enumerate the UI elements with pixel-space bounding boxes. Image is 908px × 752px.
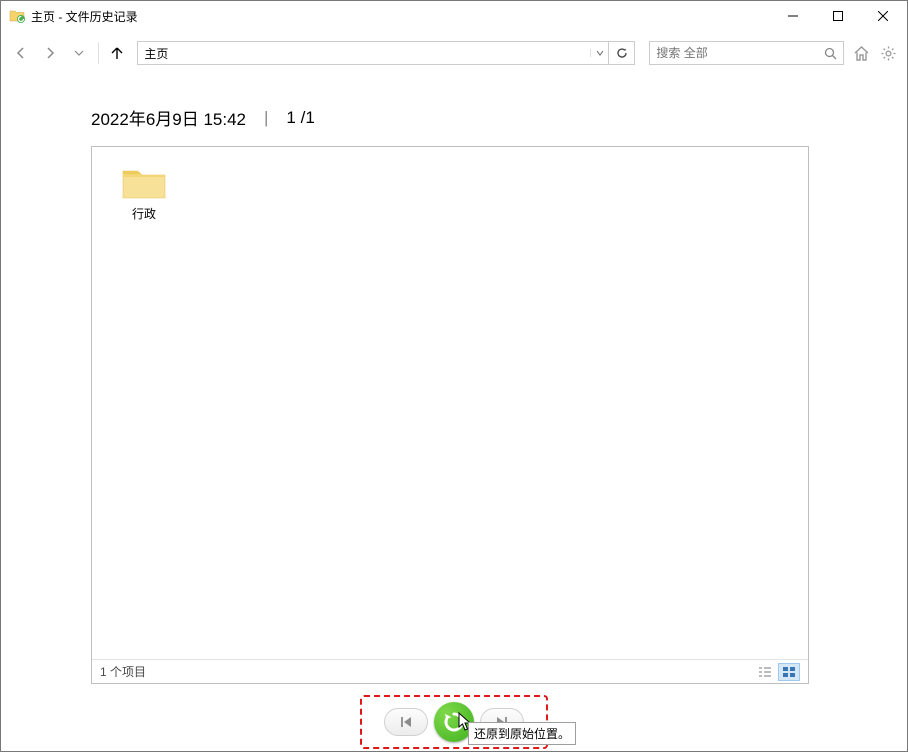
folder-icon <box>121 165 167 201</box>
window-controls <box>770 1 905 31</box>
nav-separator <box>98 42 99 64</box>
files-area[interactable]: 行政 <box>92 147 808 655</box>
window-title: 主页 - 文件历史记录 <box>31 8 138 25</box>
forward-button[interactable] <box>38 39 63 67</box>
home-icon[interactable] <box>850 41 871 65</box>
folder-label: 行政 <box>132 205 156 222</box>
minimize-button[interactable] <box>770 1 815 31</box>
back-button[interactable] <box>9 39 34 67</box>
address-dropdown[interactable] <box>590 49 608 57</box>
restore-tooltip: 还原到原始位置。 <box>468 722 576 745</box>
files-frame: 行政 1 个项目 <box>91 146 809 684</box>
gear-icon[interactable] <box>878 41 899 65</box>
maximize-button[interactable] <box>815 1 860 31</box>
previous-version-button[interactable] <box>384 708 428 736</box>
navigation-bar <box>1 35 907 71</box>
refresh-button[interactable] <box>609 41 635 65</box>
page-indicator: 1 /1 <box>286 108 314 128</box>
up-button[interactable] <box>105 39 130 67</box>
search-box[interactable] <box>649 41 844 65</box>
address-bar[interactable] <box>137 41 609 65</box>
title-bar: 主页 - 文件历史记录 <box>1 1 907 31</box>
search-input[interactable] <box>650 46 817 60</box>
view-details-button[interactable] <box>754 663 776 681</box>
main-content: 2022年6月9日 15:42 | 1 /1 行政 1 个项目 <box>1 105 907 684</box>
search-icon[interactable] <box>817 42 843 64</box>
date-header: 2022年6月9日 15:42 | 1 /1 <box>91 105 887 130</box>
status-bar: 1 个项目 <box>92 659 808 683</box>
close-button[interactable] <box>860 1 905 31</box>
item-count: 1 个项目 <box>100 663 146 680</box>
folder-item[interactable]: 行政 <box>106 161 182 226</box>
recent-dropdown[interactable] <box>67 39 92 67</box>
snapshot-datetime: 2022年6月9日 15:42 <box>91 105 246 130</box>
address-input[interactable] <box>138 46 590 60</box>
view-icons-button[interactable] <box>778 663 800 681</box>
app-icon <box>9 8 25 24</box>
